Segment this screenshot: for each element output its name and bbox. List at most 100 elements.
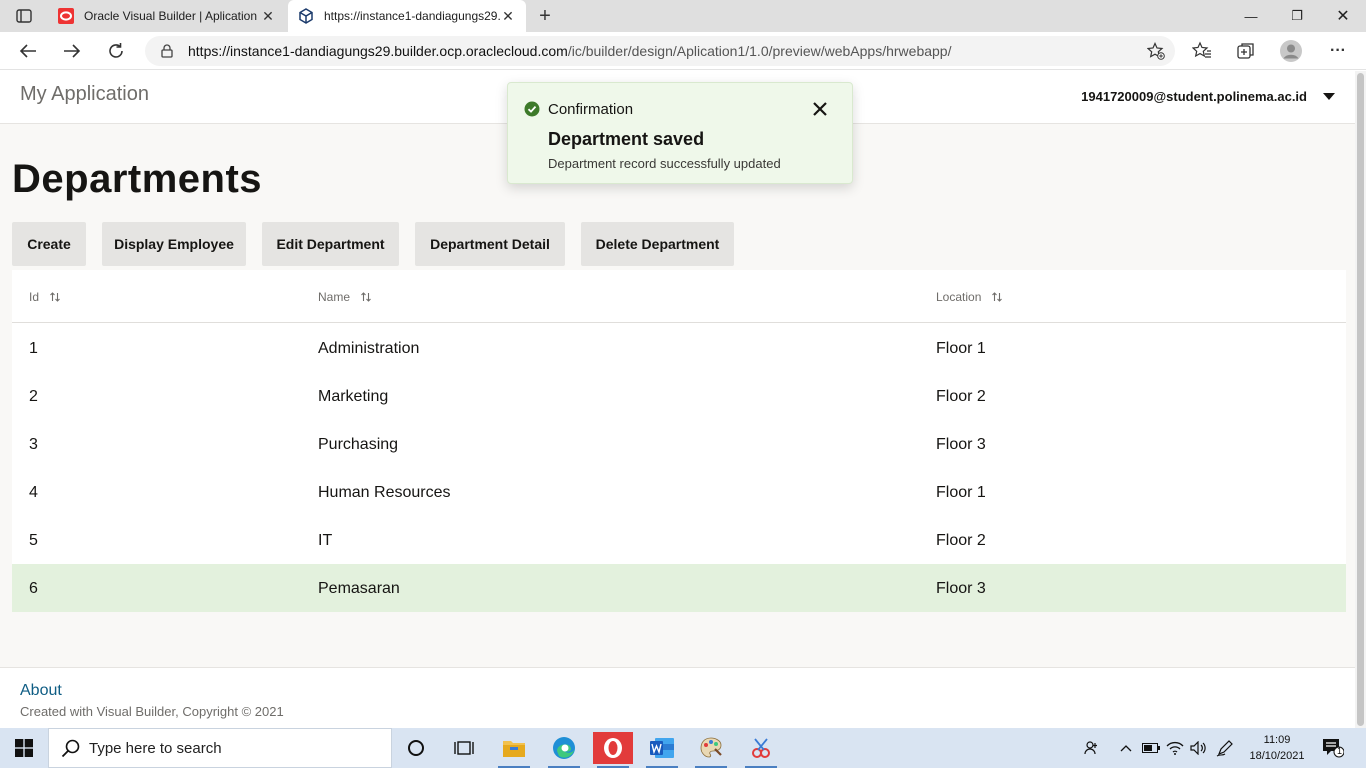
table-row-selected[interactable]: 6 Pemasaran Floor 3 xyxy=(12,564,1346,612)
cube-icon xyxy=(298,8,314,24)
column-header-location[interactable]: Location xyxy=(936,290,1003,304)
task-view-icon[interactable] xyxy=(444,732,484,764)
delete-department-button[interactable]: Delete Department xyxy=(581,222,734,266)
search-icon xyxy=(61,738,81,758)
volume-icon[interactable] xyxy=(1188,728,1210,768)
copyright-text: Created with Visual Builder, Copyright ©… xyxy=(20,704,284,719)
sort-icon[interactable] xyxy=(360,291,372,303)
collections-icon[interactable] xyxy=(1235,40,1257,62)
main-content: Departments Create Display Employee Edit… xyxy=(0,124,1355,667)
page-title: Departments xyxy=(12,157,263,201)
cell-id: 4 xyxy=(29,484,38,501)
taskbar-search-field[interactable]: Type here to search xyxy=(48,728,392,768)
restore-icon[interactable]: ❐ xyxy=(1274,0,1320,32)
toast-summary: Department saved xyxy=(548,129,705,149)
sort-icon[interactable] xyxy=(991,291,1003,303)
table-row[interactable]: 4 Human Resources Floor 1 xyxy=(12,468,1346,516)
column-label: Location xyxy=(936,290,982,304)
tab-title: Oracle Visual Builder | Aplication xyxy=(84,9,257,23)
cortana-icon[interactable] xyxy=(396,732,436,764)
cell-id: 3 xyxy=(29,436,38,453)
new-tab-icon[interactable]: + xyxy=(534,4,556,28)
url-field[interactable]: https://instance1-dandiagungs29.builder.… xyxy=(145,36,1175,66)
cell-name: Purchasing xyxy=(318,436,399,453)
cell-name: IT xyxy=(318,532,333,549)
refresh-icon[interactable] xyxy=(102,37,130,65)
table-header: Id Name Location xyxy=(12,270,1346,323)
column-label: Name xyxy=(318,290,351,304)
windows-taskbar: Type here to search 11:09 18/10/2021 1 xyxy=(0,728,1366,768)
minimize-icon[interactable]: — xyxy=(1228,0,1274,32)
departments-table: Id Name Location 1 Administration Floor … xyxy=(12,270,1346,612)
cell-location: Floor 1 xyxy=(936,340,986,357)
sort-icon[interactable] xyxy=(49,291,61,303)
confirmation-toast: Confirmation Department saved Department… xyxy=(507,82,853,184)
pen-icon[interactable] xyxy=(1214,728,1236,768)
back-icon[interactable] xyxy=(14,37,42,65)
tab-close-icon[interactable]: ✕ xyxy=(500,8,516,25)
edit-department-button[interactable]: Edit Department xyxy=(262,222,399,266)
tab-close-icon[interactable]: ✕ xyxy=(260,8,276,25)
create-button[interactable]: Create xyxy=(12,222,86,266)
table-row[interactable]: 2 Marketing Floor 2 xyxy=(12,372,1346,420)
cell-name: Human Resources xyxy=(318,484,451,501)
chevron-up-icon[interactable] xyxy=(1116,728,1136,768)
toast-close-icon[interactable] xyxy=(810,99,830,119)
file-explorer-icon[interactable] xyxy=(494,732,534,768)
notification-center-icon[interactable]: 1 xyxy=(1322,738,1345,758)
lock-icon[interactable] xyxy=(160,44,174,58)
add-favorite-icon[interactable] xyxy=(1146,42,1165,60)
cell-name: Pemasaran xyxy=(318,580,400,597)
notification-count: 1 xyxy=(1336,746,1342,756)
cell-location: Floor 2 xyxy=(936,388,986,405)
word-icon[interactable] xyxy=(642,732,682,768)
cell-id: 5 xyxy=(29,532,38,549)
column-header-name[interactable]: Name xyxy=(318,290,372,304)
forward-icon[interactable] xyxy=(58,37,86,65)
page-scrollbar[interactable] xyxy=(1355,71,1366,728)
toast-detail: Department record successfully updated xyxy=(548,156,781,171)
windows-start-icon[interactable] xyxy=(0,728,48,768)
app-footer: About Created with Visual Builder, Copyr… xyxy=(0,667,1355,728)
success-check-icon xyxy=(524,101,540,117)
scrollbar-thumb[interactable] xyxy=(1357,73,1364,726)
display-employee-button[interactable]: Display Employee xyxy=(102,222,246,266)
paint-icon[interactable] xyxy=(691,732,731,768)
table-row[interactable]: 5 IT Floor 2 xyxy=(12,516,1346,564)
opera-browser-icon[interactable] xyxy=(593,732,633,768)
cell-location: Floor 3 xyxy=(936,580,986,597)
more-options-icon[interactable]: ··· xyxy=(1327,40,1349,62)
browser-address-bar: https://instance1-dandiagungs29.builder.… xyxy=(0,32,1366,70)
tab-preview[interactable]: https://instance1-dandiagungs29. ✕ xyxy=(288,0,526,32)
cell-id: 6 xyxy=(29,580,38,597)
cell-id: 1 xyxy=(29,340,38,357)
tab-oracle-visual-builder[interactable]: Oracle Visual Builder | Aplication ✕ xyxy=(48,0,286,32)
clock-time: 11:09 xyxy=(1263,734,1291,746)
cell-location: Floor 3 xyxy=(936,436,986,453)
tab-actions-icon[interactable] xyxy=(10,7,38,25)
app-title[interactable]: My Application xyxy=(20,83,149,106)
about-link[interactable]: About xyxy=(20,682,62,700)
department-detail-button[interactable]: Department Detail xyxy=(415,222,565,266)
battery-icon[interactable] xyxy=(1140,728,1162,768)
clock-date: 18/10/2021 xyxy=(1249,750,1305,762)
oracle-icon xyxy=(58,8,74,24)
wifi-icon[interactable] xyxy=(1164,728,1186,768)
search-placeholder: Type here to search xyxy=(89,739,222,757)
table-row[interactable]: 1 Administration Floor 1 xyxy=(12,324,1346,372)
user-menu[interactable]: 1941720009@student.polinema.ac.id xyxy=(1081,89,1335,104)
user-email[interactable]: 1941720009@student.polinema.ac.id xyxy=(1081,89,1307,104)
column-header-id[interactable]: Id xyxy=(29,290,61,304)
table-row[interactable]: 3 Purchasing Floor 3 xyxy=(12,420,1346,468)
favorites-icon[interactable] xyxy=(1191,40,1213,62)
cell-location: Floor 1 xyxy=(936,484,986,501)
profile-avatar[interactable] xyxy=(1280,40,1302,62)
caret-down-icon[interactable] xyxy=(1323,93,1335,100)
cell-name: Administration xyxy=(318,340,420,357)
people-icon[interactable] xyxy=(1080,728,1104,768)
toast-category: Confirmation xyxy=(548,101,634,118)
edge-browser-icon[interactable] xyxy=(544,732,584,768)
window-close-icon[interactable]: ✕ xyxy=(1320,0,1366,32)
taskbar-clock[interactable]: 11:09 18/10/2021 xyxy=(1238,732,1316,764)
snipping-tool-icon[interactable] xyxy=(741,732,781,768)
